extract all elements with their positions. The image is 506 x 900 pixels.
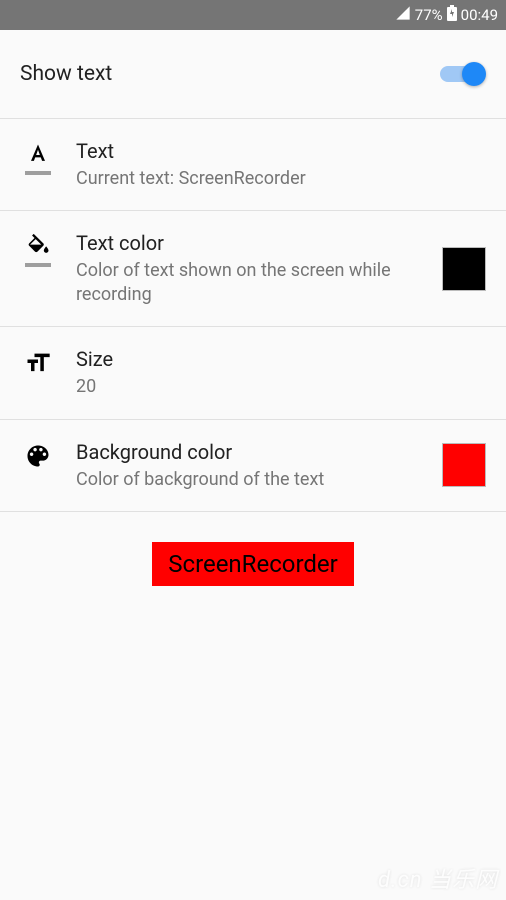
status-bar: 77% 00:49	[0, 0, 506, 30]
toggle-thumb	[462, 62, 486, 86]
format-size-icon	[20, 347, 56, 377]
show-text-label: Show text	[20, 62, 440, 86]
text-color-sub: Color of text shown on the screen while …	[76, 259, 422, 306]
bg-color-label: Background color	[76, 440, 422, 464]
show-text-toggle[interactable]	[440, 60, 486, 88]
watermark: d.cn 当乐网	[378, 862, 498, 894]
size-label: Size	[76, 347, 486, 371]
preview-badge: ScreenRecorder	[152, 542, 354, 586]
size-setting[interactable]: Size 20	[0, 327, 506, 418]
show-text-row[interactable]: Show text	[0, 30, 506, 118]
bg-color-swatch[interactable]	[442, 443, 486, 487]
signal-icon	[395, 5, 411, 25]
text-sub: Current text: ScreenRecorder	[76, 167, 486, 190]
text-format-icon	[20, 139, 56, 175]
bg-color-sub: Color of background of the text	[76, 468, 422, 491]
text-color-setting[interactable]: Text color Color of text shown on the sc…	[0, 211, 506, 326]
status-time: 00:49	[461, 6, 498, 24]
text-color-swatch[interactable]	[442, 247, 486, 291]
background-color-setting[interactable]: Background color Color of background of …	[0, 420, 506, 511]
text-label: Text	[76, 139, 486, 163]
size-sub: 20	[76, 375, 486, 398]
battery-charging-icon	[447, 5, 457, 25]
text-setting[interactable]: Text Current text: ScreenRecorder	[0, 119, 506, 210]
format-color-fill-icon	[20, 231, 56, 267]
preview-area: ScreenRecorder	[0, 512, 506, 586]
text-color-label: Text color	[76, 231, 422, 255]
battery-percent: 77%	[415, 6, 443, 24]
palette-icon	[20, 440, 56, 470]
